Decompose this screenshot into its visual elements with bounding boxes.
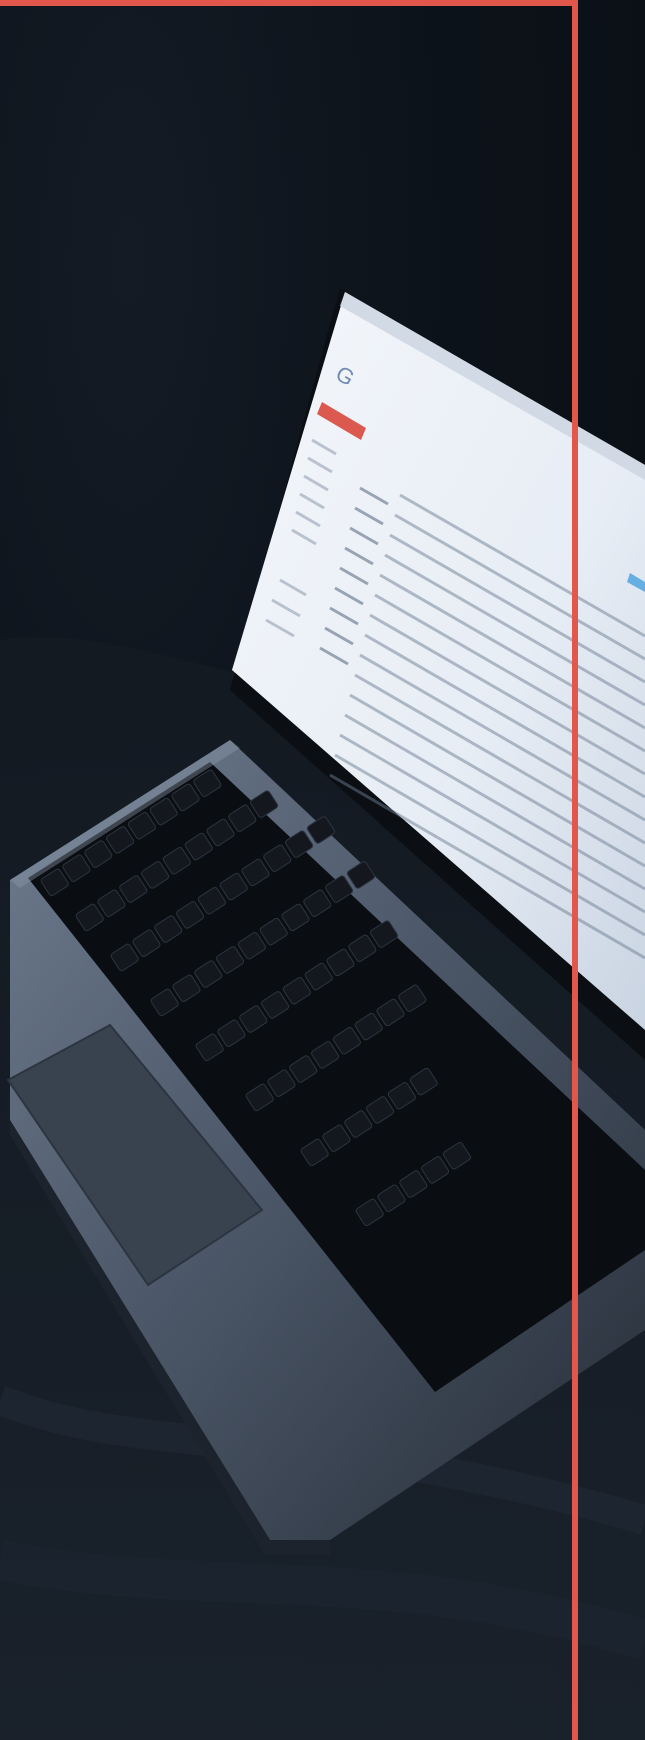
photo-scene: G (0, 0, 645, 1740)
laptop-photo-illustration: G (0, 288, 645, 1740)
